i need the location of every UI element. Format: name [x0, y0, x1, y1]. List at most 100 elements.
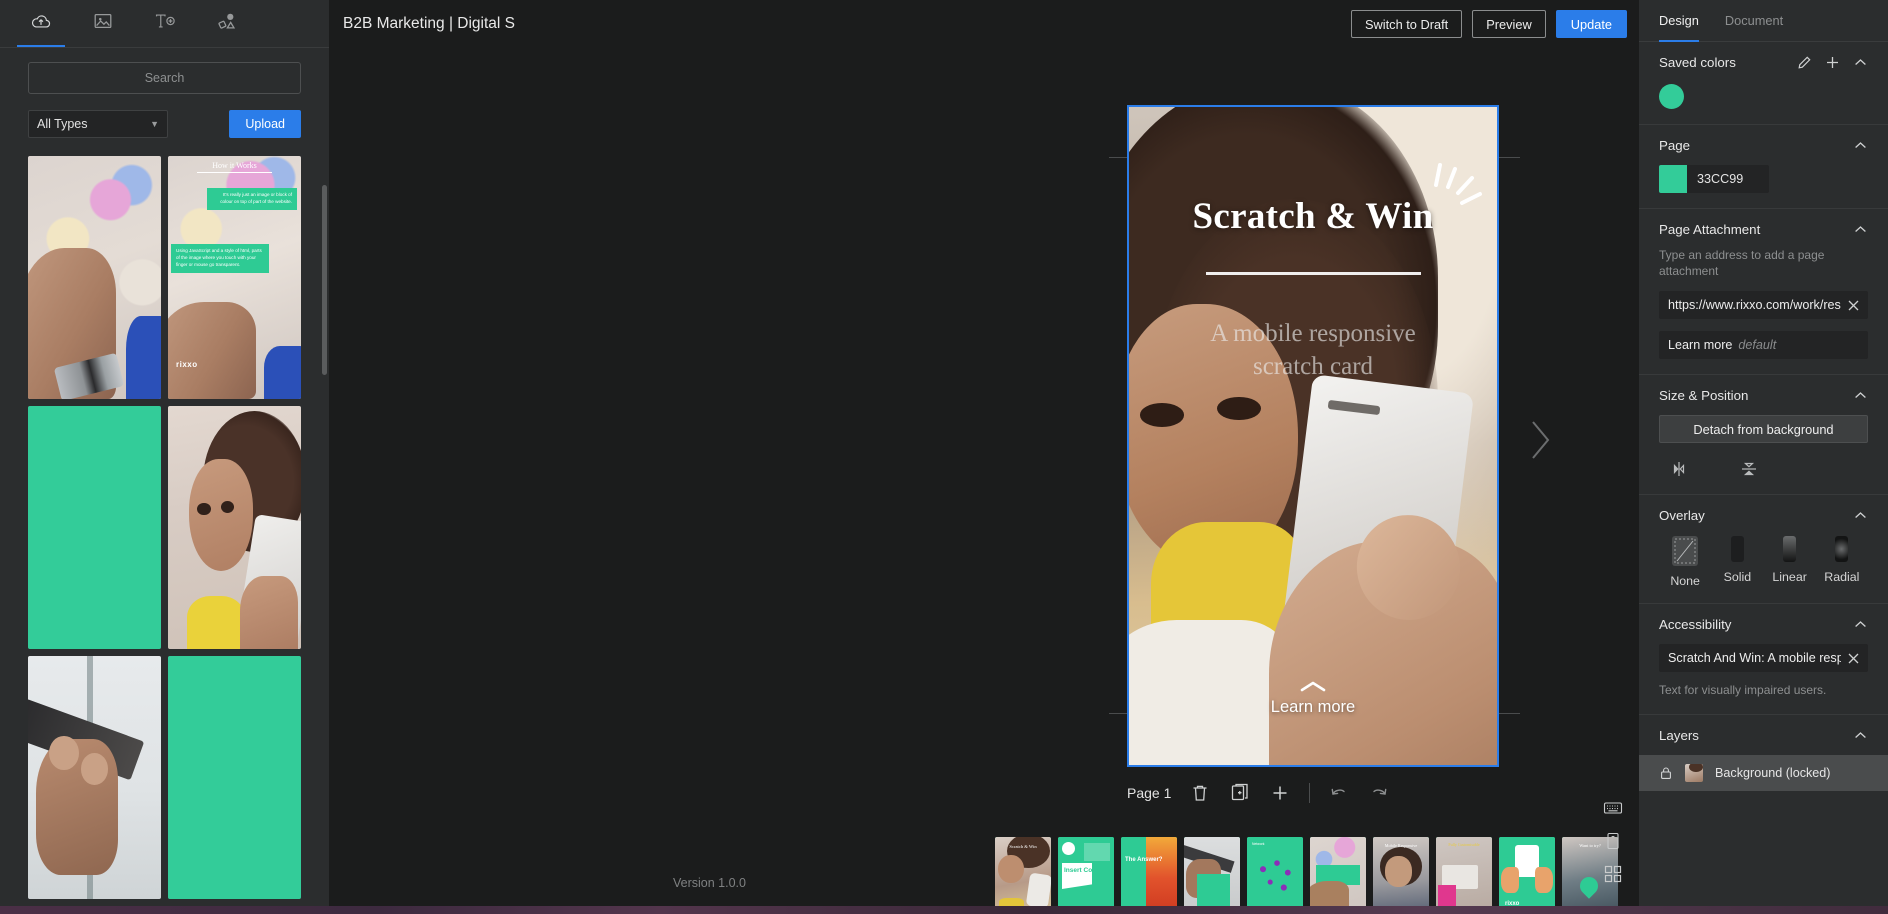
update-button[interactable]: Update	[1555, 10, 1627, 38]
page-color-chip[interactable]: 33CC99	[1659, 165, 1769, 193]
switch-to-draft-button[interactable]: Switch to Draft	[1351, 10, 1463, 38]
page-attachment-cta-field[interactable]: Learn more default	[1659, 331, 1868, 360]
accessibility-alt-input[interactable]	[1668, 651, 1841, 666]
thumb-phone	[1025, 872, 1051, 908]
close-icon[interactable]	[1847, 652, 1860, 665]
layer-row-background[interactable]: Background (locked)	[1639, 754, 1888, 791]
page-attachment-url-field[interactable]	[1659, 291, 1868, 320]
media-tile-hand-bokeh[interactable]	[28, 156, 161, 399]
chevron-up-icon[interactable]	[1853, 508, 1868, 523]
version-label: Version 1.0.0	[673, 876, 746, 890]
next-page-button[interactable]	[1527, 418, 1553, 462]
tab-shapes[interactable]	[196, 0, 258, 47]
redo-button[interactable]	[1368, 782, 1390, 804]
card-subtitle: A mobile responsive scratch card	[1210, 317, 1416, 383]
detach-from-background-button[interactable]: Detach from background	[1659, 415, 1868, 444]
page-label: Page 1	[1127, 785, 1172, 801]
search-box[interactable]	[28, 62, 301, 94]
media-tile-how-it-works[interactable]: How it Works It's really just an image o…	[168, 156, 301, 399]
page-thumb-4[interactable]	[1184, 837, 1240, 911]
overlay-option-linear[interactable]: Linear	[1764, 536, 1816, 588]
page-attachment-title: Page Attachment	[1659, 222, 1761, 237]
plus-icon[interactable]	[1825, 55, 1840, 70]
media-tile-woman-phone[interactable]	[168, 406, 301, 649]
chevron-up-icon[interactable]	[1853, 728, 1868, 743]
section-overlay: Overlay None Solid Linear Radial	[1639, 495, 1888, 605]
tab-document[interactable]: Document	[1725, 0, 1783, 42]
slide-brand: rixxo	[176, 360, 198, 369]
section-page-attachment: Page Attachment Type an address to add a…	[1639, 209, 1888, 376]
overlay-option-none[interactable]: None	[1659, 536, 1711, 588]
canvas-area: Scratch & Win A mobile responsive scratc…	[329, 48, 1639, 914]
thumb-label: Insert Coin	[1064, 867, 1098, 874]
upload-button[interactable]: Upload	[229, 110, 301, 138]
page-attachment-cta-label: Learn more	[1668, 338, 1733, 353]
search-input[interactable]	[29, 63, 300, 93]
thumb-label: The Answer?	[1125, 857, 1163, 863]
page-thumb-1[interactable]: Scratch & Win	[995, 837, 1051, 911]
pencil-icon[interactable]	[1797, 55, 1812, 70]
page-canvas[interactable]: Scratch & Win A mobile responsive scratc…	[1127, 105, 1499, 767]
page-thumb-6[interactable]	[1310, 837, 1366, 911]
align-horizontal-icon[interactable]	[1669, 459, 1689, 479]
size-position-header: Size & Position	[1659, 388, 1868, 403]
chevron-up-icon[interactable]	[1853, 222, 1868, 237]
text-add-icon	[154, 10, 176, 37]
layers-title: Layers	[1659, 727, 1699, 743]
preview-button[interactable]: Preview	[1472, 10, 1546, 38]
search-area	[0, 48, 329, 94]
page-title: Page	[1659, 138, 1691, 153]
layers-actions	[1853, 728, 1868, 743]
saved-color-swatch-1[interactable]	[1659, 84, 1684, 109]
page-attachment-actions	[1853, 222, 1868, 237]
page-thumb-7[interactable]: Mobile Responsive	[1373, 837, 1429, 911]
overlay-swatch-solid	[1730, 536, 1744, 563]
align-vertical-icon[interactable]	[1739, 459, 1759, 479]
chevron-down-icon: ▼	[150, 119, 159, 129]
add-page-button[interactable]	[1269, 782, 1291, 804]
section-size-position: Size & Position Detach from background	[1639, 375, 1888, 496]
thumb-face	[1385, 856, 1413, 888]
media-type-select[interactable]: All Types ▼	[28, 110, 168, 138]
page-attachment-hint: Type an address to add a page attachment	[1659, 248, 1825, 279]
tab-images[interactable]	[72, 0, 134, 47]
left-panel-scrollbar[interactable]	[322, 185, 327, 375]
delete-page-button[interactable]	[1189, 782, 1211, 804]
keyboard-shortcuts-icon[interactable]	[1603, 798, 1623, 818]
page-thumb-5[interactable]: Network	[1247, 837, 1303, 911]
page-attachment-header: Page Attachment	[1659, 222, 1868, 237]
card-title: Scratch & Win	[1193, 163, 1482, 238]
thumb-label: Fully Customisable	[1448, 842, 1480, 847]
accessibility-alt-field[interactable]	[1659, 644, 1868, 673]
media-tile-green-2[interactable]	[168, 656, 301, 899]
duplicate-page-button[interactable]	[1229, 782, 1251, 804]
upload-cloud-icon	[30, 10, 52, 37]
chevron-up-icon[interactable]	[1853, 138, 1868, 153]
page-thumb-9[interactable]: rixxo	[1499, 837, 1555, 911]
chevron-up-icon[interactable]	[1853, 55, 1868, 70]
undo-button[interactable]	[1328, 782, 1350, 804]
thumb-label: Mobile Responsive	[1384, 843, 1418, 848]
right-properties-panel: Design Document Saved colors Page 33CC99…	[1639, 0, 1888, 914]
device-preview-icon[interactable]	[1603, 831, 1623, 851]
tab-design[interactable]: Design	[1659, 0, 1699, 42]
grid-view-icon[interactable]	[1603, 864, 1623, 884]
chevron-up-icon[interactable]	[1853, 617, 1868, 632]
media-tile-hands-phone[interactable]	[28, 656, 161, 899]
tab-text[interactable]	[134, 0, 196, 47]
overlay-option-solid[interactable]: Solid	[1711, 536, 1763, 588]
media-tile-green-1[interactable]	[28, 406, 161, 649]
page-thumb-3[interactable]: The Answer?	[1121, 837, 1177, 911]
chevron-up-icon[interactable]	[1853, 388, 1868, 403]
tab-upload[interactable]	[10, 0, 72, 47]
overlay-option-radial[interactable]: Radial	[1816, 536, 1868, 588]
slide-title: How it Works	[212, 161, 257, 170]
card-cta[interactable]: Learn more	[1129, 681, 1497, 717]
saved-colors-header: Saved colors	[1659, 55, 1868, 70]
page-thumb-8[interactable]: Fully Customisable	[1436, 837, 1492, 911]
page-thumb-2[interactable]: Insert Coin	[1058, 837, 1114, 911]
close-icon[interactable]	[1847, 299, 1860, 312]
shapes-icon	[216, 10, 238, 37]
saved-colors-actions	[1797, 55, 1868, 70]
page-attachment-url-input[interactable]	[1668, 298, 1841, 313]
